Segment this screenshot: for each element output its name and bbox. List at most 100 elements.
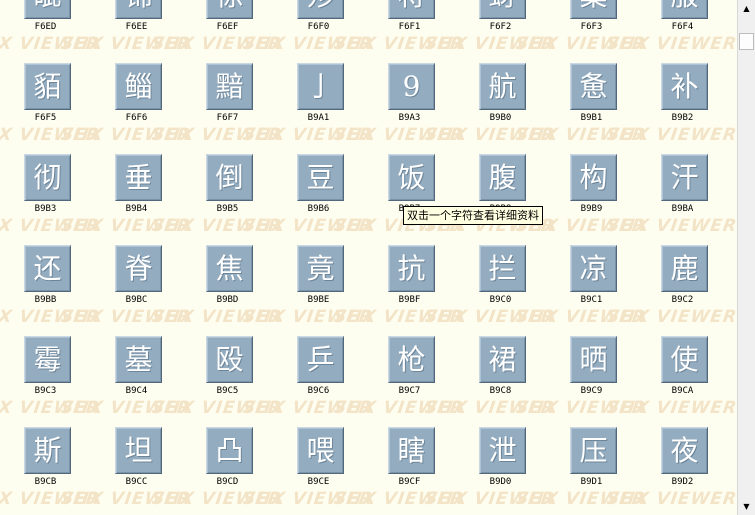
character-glyph: 夜 <box>670 433 699 467</box>
character-code: F6F7 <box>216 113 239 123</box>
character-tile[interactable]: 将 <box>388 0 435 19</box>
character-cell: SHX VIEWER 压 B9D1 <box>515 427 647 515</box>
vertical-scrollbar[interactable]: ▲ ▼ <box>738 0 755 515</box>
character-tile[interactable]: 腹 <box>479 154 526 201</box>
character-cell: SHX VIEWER 还 B9BB <box>0 245 101 336</box>
character-tile[interactable]: 豆 <box>297 154 344 201</box>
character-cell: SHX VIEWER 霉 B9C3 <box>0 336 101 427</box>
character-tile[interactable]: 压 <box>570 427 617 474</box>
character-tile[interactable]: 霉 <box>24 336 71 383</box>
character-tile[interactable]: 墓 <box>115 336 162 383</box>
character-code: B9D1 <box>580 477 603 487</box>
character-tile[interactable]: 蚜 <box>479 0 526 19</box>
character-code: B9C9 <box>580 386 603 396</box>
character-tile[interactable]: 抗 <box>388 245 435 292</box>
character-tile[interactable]: 服 <box>661 0 708 19</box>
character-glyph: 饭 <box>397 160 426 194</box>
character-tile[interactable]: 巢 <box>570 0 617 19</box>
character-code: F6F4 <box>671 22 694 32</box>
character-code: F6F1 <box>398 22 421 32</box>
character-tile[interactable]: 鹿 <box>661 245 708 292</box>
character-tile[interactable]: 喂 <box>297 427 344 474</box>
character-tile[interactable]: 9 <box>388 63 435 110</box>
character-tile[interactable]: 汗 <box>661 154 708 201</box>
triangle-down-icon: ▼ <box>743 502 750 511</box>
character-tile[interactable]: 使 <box>661 336 708 383</box>
character-tile[interactable]: 殄 <box>297 0 344 19</box>
character-tile[interactable]: 倒 <box>206 154 253 201</box>
character-code: B9A1 <box>307 113 330 123</box>
character-tile[interactable]: 殴 <box>206 336 253 383</box>
character-cell: SHX VIEWER 竟 B9BE <box>242 245 374 336</box>
character-cell: SHX VIEWER 斯 B9CB <box>0 427 101 515</box>
character-code: B9C4 <box>125 386 148 396</box>
character-tile[interactable]: 貊 <box>24 63 71 110</box>
character-tile[interactable]: 晒 <box>570 336 617 383</box>
character-glyph: 压 <box>579 433 608 467</box>
character-tile[interactable]: 眦 <box>24 0 71 19</box>
character-glyph: 墓 <box>124 342 153 376</box>
character-tile[interactable]: 徐 <box>206 0 253 19</box>
character-code: B9BD <box>216 295 239 305</box>
character-code: B9B4 <box>125 204 148 214</box>
character-tile[interactable]: 裙 <box>479 336 526 383</box>
character-glyph: 还 <box>33 251 62 285</box>
character-glyph: 9 <box>402 69 421 103</box>
character-tile[interactable]: 斯 <box>24 427 71 474</box>
character-glyph: 徐 <box>215 0 243 10</box>
character-glyph: 惫 <box>579 69 608 103</box>
scroll-up-button[interactable]: ▲ <box>738 0 755 17</box>
character-tile[interactable]: 航 <box>479 63 526 110</box>
character-code: B9B2 <box>671 113 694 123</box>
character-glyph: 鲻 <box>124 69 153 103</box>
character-tile[interactable]: 惫 <box>570 63 617 110</box>
character-code: B9C2 <box>671 295 694 305</box>
character-tile[interactable]: 构 <box>570 154 617 201</box>
character-glyph: 巢 <box>579 0 607 10</box>
character-tile[interactable]: 竟 <box>297 245 344 292</box>
character-tile[interactable]: 凉 <box>570 245 617 292</box>
character-glyph: 补 <box>670 69 699 103</box>
character-code: B9C3 <box>34 386 57 396</box>
character-glyph: 垂 <box>124 160 153 194</box>
character-tile[interactable]: 还 <box>24 245 71 292</box>
character-tile[interactable]: 乒 <box>297 336 344 383</box>
character-tile[interactable]: 锦 <box>115 0 162 19</box>
character-tile[interactable]: 黯 <box>206 63 253 110</box>
character-tile[interactable]: 夜 <box>661 427 708 474</box>
character-cell: SHX VIEWER 亅 B9A1 <box>242 63 374 154</box>
character-cell: SHX VIEWER 黯 F6F7 <box>151 63 283 154</box>
character-tile[interactable]: 鲻 <box>115 63 162 110</box>
character-tile[interactable]: 瞎 <box>388 427 435 474</box>
character-tile[interactable]: 脊 <box>115 245 162 292</box>
character-tile[interactable]: 泄 <box>479 427 526 474</box>
character-tile[interactable]: 拦 <box>479 245 526 292</box>
character-cell: SHX VIEWER 汗 B9BA <box>606 154 737 245</box>
character-cell: SHX VIEWER 貊 F6F5 <box>0 63 101 154</box>
character-code: B9CF <box>398 477 421 487</box>
character-cell: SHX VIEWER 豆 B9B6 <box>242 154 374 245</box>
character-tile[interactable]: 补 <box>661 63 708 110</box>
character-tile[interactable]: 焦 <box>206 245 253 292</box>
character-tile[interactable]: 枪 <box>388 336 435 383</box>
character-tile[interactable]: 亅 <box>297 63 344 110</box>
scroll-down-button[interactable]: ▼ <box>738 498 755 515</box>
character-tile[interactable]: 饭 <box>388 154 435 201</box>
scrollbar-thumb[interactable] <box>739 33 754 50</box>
character-glyph: 殄 <box>306 0 334 10</box>
character-cell: SHX VIEWER锦F6EE <box>60 0 192 63</box>
character-code: B9B9 <box>580 204 603 214</box>
character-cell: SHX VIEWER 构 B9B9 <box>515 154 647 245</box>
character-tile[interactable]: 垂 <box>115 154 162 201</box>
character-code: F6EE <box>125 22 148 32</box>
character-tile[interactable]: 凸 <box>206 427 253 474</box>
character-tile[interactable]: 坦 <box>115 427 162 474</box>
character-glyph: 彻 <box>33 160 62 194</box>
character-cell: SHX VIEWER饭B9B7 <box>333 154 465 245</box>
character-cell: SHX VIEWER 凉 B9C1 <box>515 245 647 336</box>
character-glyph: 坦 <box>124 433 153 467</box>
character-cell: SHX VIEWER 殴 B9C5 <box>151 336 283 427</box>
character-tile[interactable]: 彻 <box>24 154 71 201</box>
character-glyph: 殴 <box>215 342 244 376</box>
character-cell: SHX VIEWER 倒 B9B5 <box>151 154 283 245</box>
